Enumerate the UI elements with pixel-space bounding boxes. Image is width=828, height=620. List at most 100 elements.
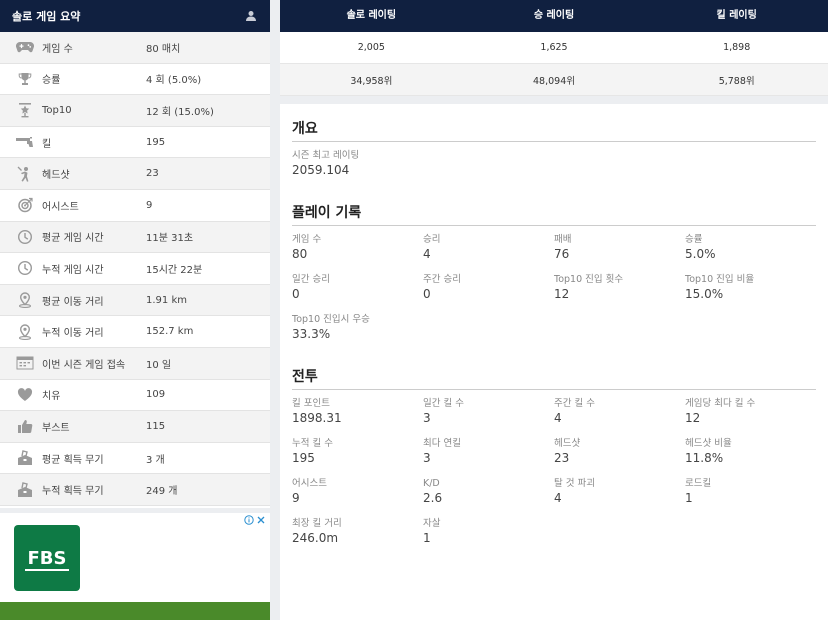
stat-value: 76 [554, 247, 570, 261]
combat-section: 전투 킬 포인트 1898.31 일간 킬 수 3 주간 킬 수 4 게임당 최다 킬 수 1… [292, 366, 816, 546]
stat-value: 11.8% [685, 451, 724, 465]
summary-row-value: 109 [146, 389, 166, 401]
summary-row-label: Top10 [42, 104, 72, 116]
stat-cell: 어시스트 9 [292, 478, 423, 506]
stat-label: 패배 [554, 234, 572, 245]
clock-icon [14, 228, 36, 246]
summary-header: 솔로 게임 요약 [0, 0, 270, 32]
stat-value: 195 [292, 451, 315, 465]
stat-label: 누적 킬 수 [292, 438, 333, 449]
ad-choices[interactable] [244, 515, 266, 525]
ad-banner-strip[interactable] [0, 602, 270, 620]
stat-cell: 주간 킬 수 4 [554, 398, 685, 426]
stat-value: 0 [423, 287, 431, 301]
target-icon [14, 196, 36, 214]
solo-rating-value: 2,005 [357, 42, 385, 53]
gamepad-icon [14, 38, 36, 56]
stat-cell: 시즌 최고 레이팅 2059.104 [292, 150, 492, 178]
stat-cell: 최다 연킬 3 [423, 438, 554, 466]
fbs-logo[interactable]: FBS [14, 525, 80, 591]
stat-cell: 누적 킬 수 195 [292, 438, 423, 466]
summary-row: 누적 게임 시간 15시간 22분 [0, 253, 270, 285]
gun-icon [14, 133, 36, 151]
stat-label: 헤드샷 [554, 438, 581, 449]
info-icon[interactable] [244, 515, 254, 525]
summary-row-value: 4 회 (5.0%) [146, 75, 202, 87]
stat-label: 킬 포인트 [292, 398, 330, 409]
win-rating-value: 1,625 [540, 42, 568, 53]
stat-value: 4 [554, 411, 562, 425]
summary-row-value: 9 [146, 199, 153, 211]
stat-cell: 승리 4 [423, 234, 554, 262]
stat-value: 33.3% [292, 327, 331, 341]
stat-value: 3 [423, 451, 431, 465]
rating-header-row: 솔로 레이팅 승 레이팅 킬 레이팅 [280, 0, 828, 32]
location-icon [14, 323, 36, 341]
stat-value: 12 [685, 411, 701, 425]
advertisement[interactable]: FBS [0, 513, 270, 620]
overview-title: 개요 [292, 118, 816, 142]
summary-row: 누적 획득 무기 249 개 [0, 474, 270, 506]
rating-value-row: 2,005 1,625 1,898 [280, 32, 828, 64]
stat-value: 3 [423, 411, 431, 425]
combat-title: 전투 [292, 366, 816, 390]
summary-row: 어시스트 9 [0, 190, 270, 222]
stat-value: 4 [554, 491, 562, 505]
summary-row-label: 게임 수 [42, 43, 73, 55]
stat-label: 탈 것 파괴 [554, 478, 595, 489]
stat-label: 승리 [423, 234, 441, 245]
crate-icon [14, 449, 36, 467]
user-icon[interactable] [244, 9, 258, 23]
solo-rating-header: 솔로 레이팅 [346, 10, 397, 21]
thumbs-up-icon [14, 417, 36, 435]
stat-label: Top10 진입 비율 [685, 274, 755, 285]
summary-row-value: 12 회 (15.0%) [146, 106, 214, 118]
summary-row-value: 3 개 [146, 454, 165, 466]
headshot-icon [14, 165, 36, 183]
stat-cell: 게임 수 80 [292, 234, 423, 262]
summary-row: 승률 4 회 (5.0%) [0, 64, 270, 96]
summary-row: 평균 획득 무기 3 개 [0, 443, 270, 475]
stat-cell: K/D 2.6 [423, 478, 554, 506]
summary-row-value: 11분 31초 [146, 233, 194, 245]
kill-rating-rank: 5,788위 [718, 75, 755, 87]
summary-row-label: 헤드샷 [42, 170, 70, 182]
crate-icon [14, 481, 36, 499]
stat-label: Top10 진입시 우승 [292, 314, 370, 325]
stat-value: 15.0% [685, 287, 724, 301]
summary-row: 치유 109 [0, 380, 270, 412]
location-icon [14, 291, 36, 309]
stat-value: 1898.31 [292, 411, 342, 425]
stat-cell: Top10 진입 횟수 12 [554, 274, 685, 302]
summary-row-label: 누적 이동 거리 [42, 328, 104, 340]
close-icon[interactable] [256, 515, 266, 525]
stat-cell: 주간 승리 0 [423, 274, 554, 302]
stat-label: Top10 진입 횟수 [554, 274, 624, 285]
summary-row: 킬 195 [0, 127, 270, 159]
stat-cell: 킬 포인트 1898.31 [292, 398, 423, 426]
stat-value: 2059.104 [292, 163, 350, 177]
stat-value: 0 [292, 287, 300, 301]
stat-label: 일간 킬 수 [423, 398, 464, 409]
stat-value: 2.6 [423, 491, 443, 505]
stat-label: K/D [423, 478, 440, 489]
solo-summary-panel: 솔로 게임 요약 게임 수 80 매치 승률 4 회 (5.0%) Top10 12 회 … [0, 0, 270, 508]
stats-detail-panel: 개요 시즌 최고 레이팅 2059.104 플레이 기록 게임 수 80 승리 4 패배 7… [280, 104, 828, 620]
records-section: 플레이 기록 게임 수 80 승리 4 패배 76 승률 5.0% 일간 승리 0 주간 승리 0 To… [292, 202, 816, 342]
summary-row-value: 152.7 km [146, 326, 194, 338]
summary-list: 게임 수 80 매치 승률 4 회 (5.0%) Top10 12 회 (15.0%) 킬 1… [0, 32, 270, 506]
stat-value: 1 [685, 491, 693, 505]
trophy-icon [14, 70, 36, 88]
stat-label: 자살 [423, 518, 441, 529]
summary-row-label: 승률 [42, 75, 61, 87]
stat-cell: 게임당 최다 킬 수 12 [685, 398, 816, 426]
stat-label: 최장 킬 거리 [292, 518, 342, 529]
solo-rating-rank: 34,958위 [350, 75, 393, 87]
stat-label: 헤드샷 비율 [685, 438, 732, 449]
stat-value: 5.0% [685, 247, 716, 261]
stat-label: 시즌 최고 레이팅 [292, 150, 360, 161]
summary-row: 평균 이동 거리 1.91 km [0, 284, 270, 317]
summary-row-label: 누적 게임 시간 [42, 264, 104, 276]
combat-grid: 킬 포인트 1898.31 일간 킬 수 3 주간 킬 수 4 게임당 최다 킬 수 12 누적… [292, 398, 816, 546]
summary-row-value: 195 [146, 136, 166, 148]
